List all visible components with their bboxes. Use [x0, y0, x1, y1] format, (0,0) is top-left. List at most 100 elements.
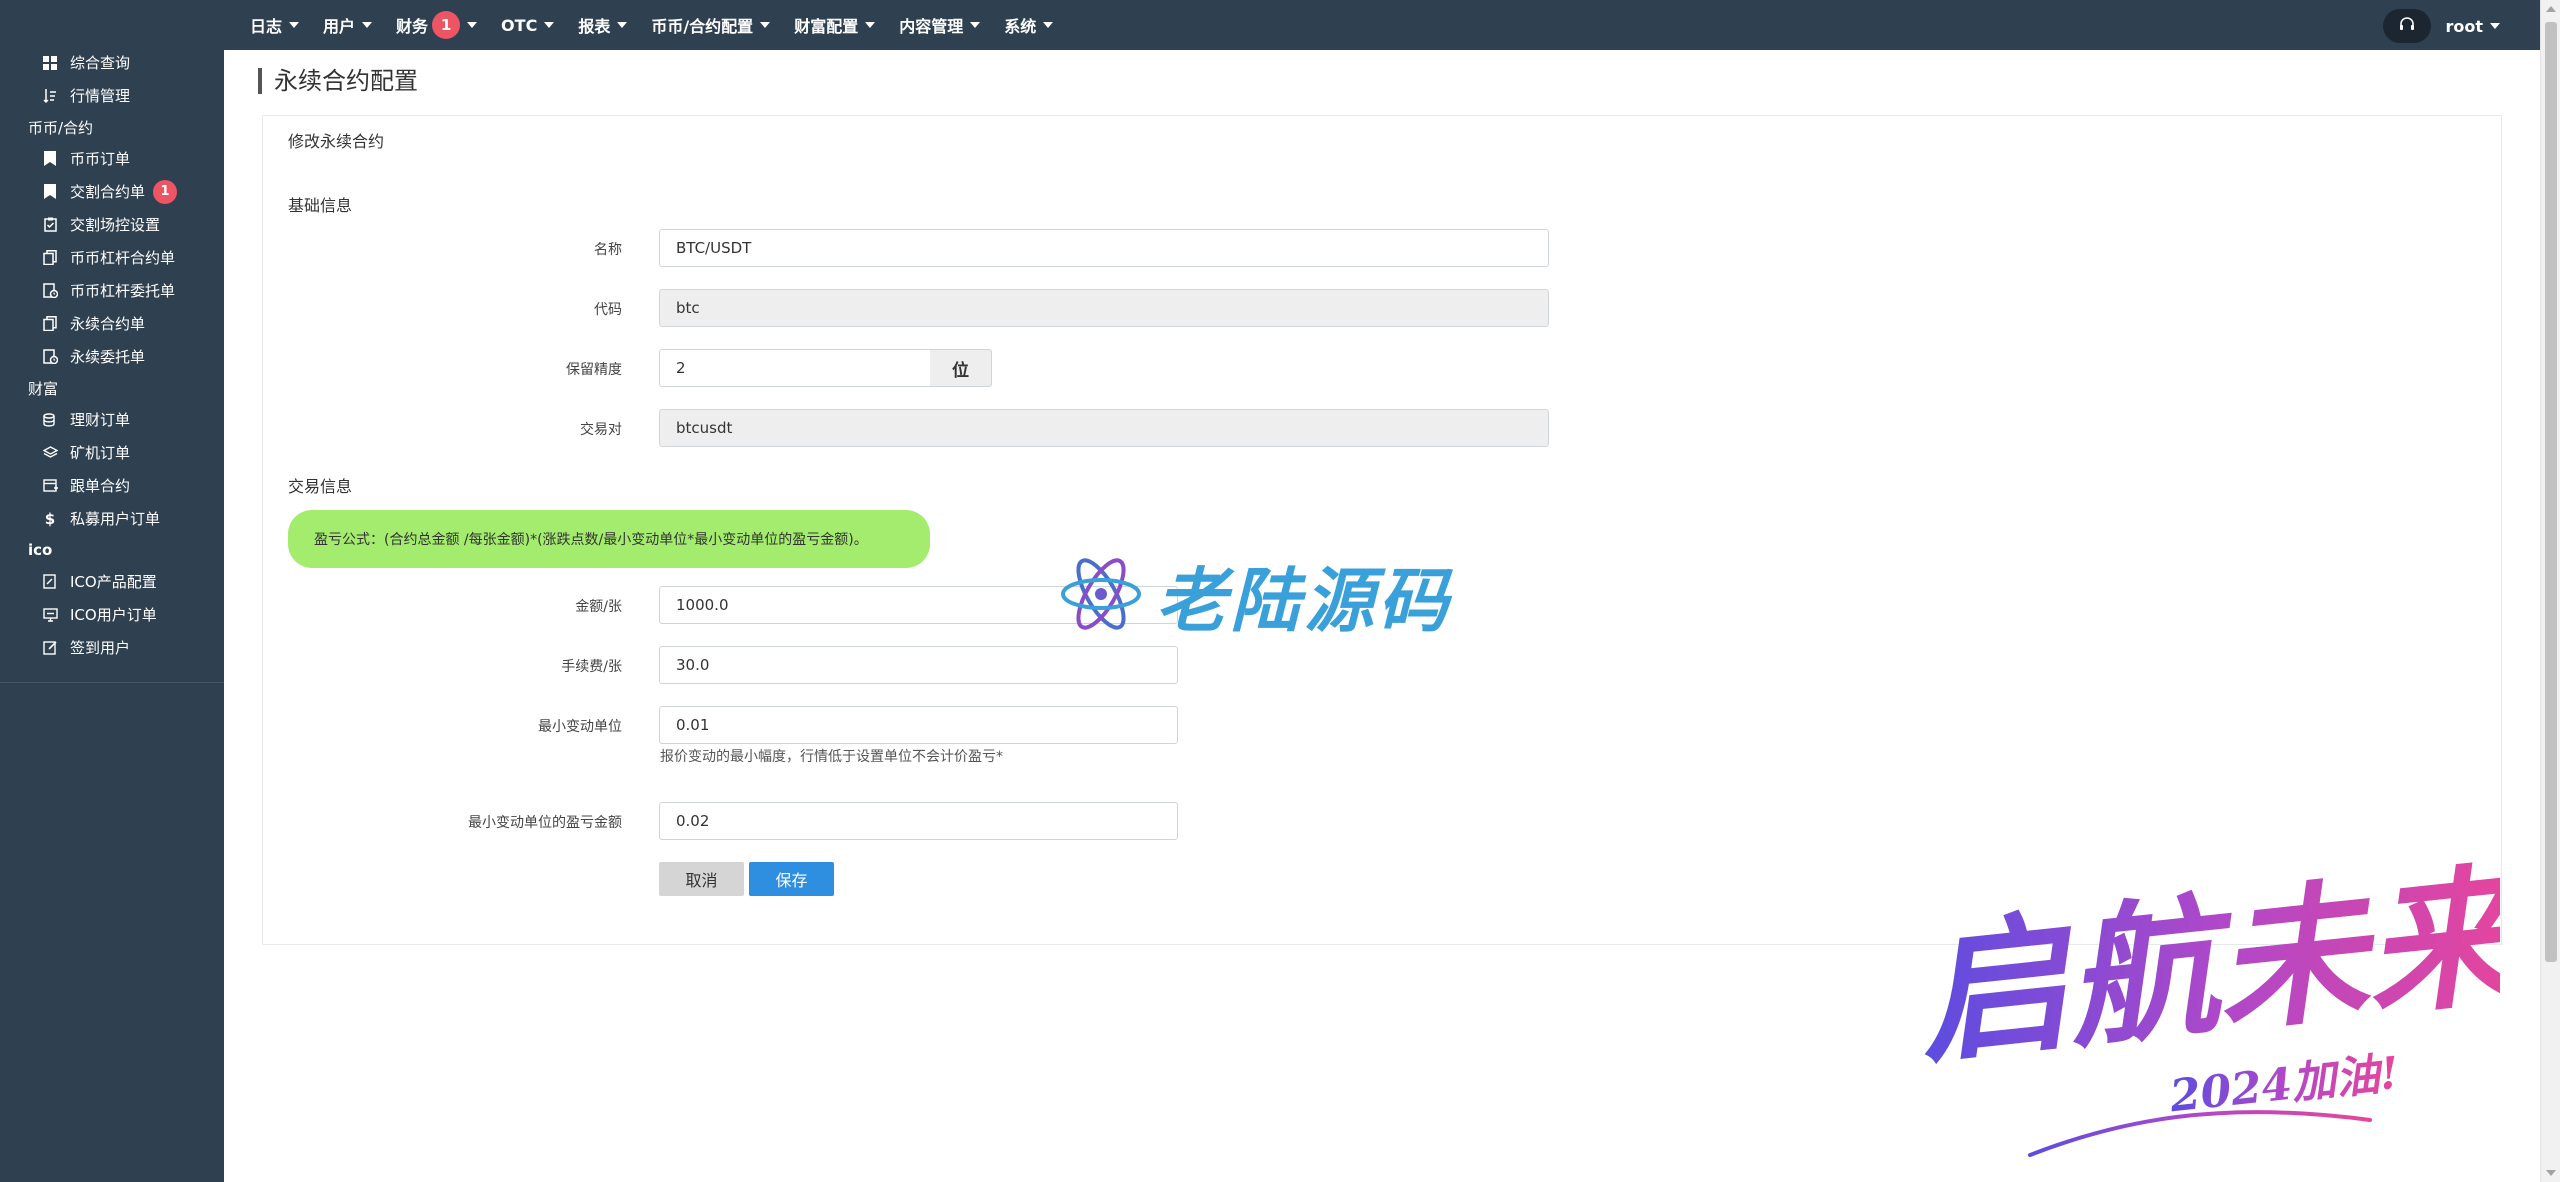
sidebar-item-label: 签到用户	[70, 639, 131, 657]
copy-icon	[42, 250, 58, 266]
qihang-calligraphy-graphic: 启航未来 2024加油!	[1909, 846, 2540, 1157]
scroll-thumb[interactable]	[2545, 22, 2557, 962]
support-button[interactable]	[2383, 9, 2432, 43]
save-button[interactable]: 保存	[749, 862, 834, 896]
dashboard-icon	[42, 55, 58, 71]
dollar-icon: $	[44, 509, 56, 528]
nav-item-label: OTC	[501, 15, 538, 35]
watermark-laolu-text: 老陆源码	[1156, 560, 1452, 642]
min-tick-pnl-label: 最小变动单位的盈亏金额	[468, 815, 622, 831]
name-label: 名称	[594, 242, 622, 258]
watermark-qihang: 启航未来 2024加油!	[1900, 830, 2540, 1170]
sidebar-item-finance-orders[interactable]: 理财订单	[0, 403, 224, 436]
sidebar-item-leverage-entrust[interactable]: 币币杠杆委托单	[0, 274, 224, 307]
sort-icon	[42, 88, 58, 104]
sidebar-item-market[interactable]: 行情管理	[0, 79, 224, 112]
edit-icon	[42, 640, 58, 656]
nav-item-users[interactable]: 用户	[323, 13, 373, 37]
sidebar-item-ico-config[interactable]: ICO产品配置	[0, 565, 224, 598]
nav-item-label: 日志	[250, 17, 283, 36]
nav-item-label: 用户	[323, 17, 356, 36]
sidebar-group-coin: 币币订单 交割合约单 1 交割场控设置 币币杠杆合约单 币币杠杆委托单 永续合约…	[0, 142, 224, 373]
sidebar-item-label: 永续委托单	[70, 348, 146, 366]
sidebar-item-miner-orders[interactable]: 矿机订单	[0, 436, 224, 469]
caret-down-icon	[760, 22, 771, 28]
sidebar-item-label: ICO产品配置	[70, 573, 157, 591]
sidebar-item-leverage-orders[interactable]: 币币杠杆合约单	[0, 241, 224, 274]
sidebar-item-label: 币币杠杆合约单	[70, 249, 176, 267]
sidebar-item-private-orders[interactable]: $ 私募用户订单	[0, 502, 224, 535]
sidebar-item-label: 跟单合约	[70, 477, 131, 495]
nav-item-label: 系统	[1004, 17, 1037, 36]
sidebar-item-overview[interactable]: 综合查询	[0, 46, 224, 79]
nav-item-finance[interactable]: 财务 1	[396, 11, 478, 39]
pnl-formula-note: 盈亏公式：(合约总金额 /每张金额)*(涨跌点数/最小变动单位*最小变动单位的盈…	[288, 510, 930, 568]
cancel-button[interactable]: 取消	[659, 862, 744, 896]
atom-logo-icon	[1058, 548, 1144, 644]
scroll-down-icon[interactable]	[2546, 1170, 2556, 1176]
nav-item-logs[interactable]: 日志	[250, 13, 300, 37]
pair-input: btcusdt	[659, 409, 1549, 447]
clipboard-icon	[42, 217, 58, 233]
min-tick-input[interactable]: 0.01	[659, 706, 1178, 744]
doc-clock-icon	[42, 283, 58, 299]
name-input[interactable]: BTC/USDT	[659, 229, 1549, 267]
nav-item-coin-contract-config[interactable]: 币币/合约配置	[651, 13, 771, 37]
nav-item-content[interactable]: 内容管理	[899, 13, 981, 37]
sidebar-item-coin-orders[interactable]: 币币订单	[0, 142, 224, 175]
code-label: 代码	[594, 302, 622, 318]
sidebar-item-perpetual-entrust[interactable]: 永续委托单	[0, 340, 224, 373]
nav-item-reports[interactable]: 报表	[578, 13, 628, 37]
user-menu[interactable]: root	[2445, 17, 2500, 36]
watermark-laolu: 老陆源码	[1058, 545, 1452, 646]
precision-unit-addon: 位	[930, 349, 992, 387]
caret-down-icon	[970, 22, 981, 28]
sidebar-section-wealth: 财富	[28, 379, 59, 398]
database-icon	[42, 412, 58, 428]
sidebar-item-delivery-orders[interactable]: 交割合约单 1	[0, 175, 224, 208]
caret-down-icon	[544, 22, 555, 28]
nav-item-wealth-config[interactable]: 财富配置	[794, 13, 876, 37]
sidebar-item-label: 交割合约单	[70, 183, 146, 201]
precision-input[interactable]: 2	[659, 349, 931, 387]
min-tick-label: 最小变动单位	[538, 719, 622, 735]
sidebar-item-label: 行情管理	[70, 87, 131, 105]
page-scrollbar[interactable]	[2540, 0, 2560, 1182]
caret-down-icon	[362, 22, 373, 28]
fee-input[interactable]: 30.0	[659, 646, 1178, 684]
nav-item-label: 内容管理	[899, 17, 964, 36]
sidebar-item-label: 永续合约单	[70, 315, 146, 333]
copy-icon	[42, 316, 58, 332]
precision-label: 保留精度	[566, 362, 622, 378]
caret-down-icon	[2490, 23, 2500, 29]
section-trade-info: 交易信息	[288, 477, 353, 496]
sidebar-item-copy-trade[interactable]: 跟单合约	[0, 469, 224, 502]
sidebar-item-label: 交割场控设置	[70, 216, 161, 234]
nav-item-label: 财务	[396, 17, 429, 36]
caret-down-icon	[467, 22, 478, 28]
sidebar-item-delivery-control[interactable]: 交割场控设置	[0, 208, 224, 241]
sidebar-section-coin: 币币/合约	[28, 118, 94, 137]
notification-badge: 1	[432, 11, 461, 39]
sidebar-section-ico: ico	[28, 541, 53, 559]
scroll-up-icon[interactable]	[2546, 6, 2556, 12]
calendar-plus-icon	[42, 478, 58, 494]
caret-down-icon	[289, 22, 300, 28]
nav-item-otc[interactable]: OTC	[501, 15, 555, 35]
sidebar-item-signin-users[interactable]: 签到用户	[0, 631, 224, 664]
top-navbar: 日志 用户 财务 1 OTC 报表 币币/合约配置 财富配置 内容管理 系统 ro…	[224, 0, 2540, 50]
sidebar-group-main: 综合查询 行情管理	[0, 46, 224, 112]
sidebar-item-label: 矿机订单	[70, 444, 131, 462]
nav-item-system[interactable]: 系统	[1004, 13, 1054, 37]
sidebar-item-ico-user-orders[interactable]: ICO用户订单	[0, 598, 224, 631]
headset-icon	[2398, 16, 2416, 36]
sidebar-item-perpetual-orders[interactable]: 永续合约单	[0, 307, 224, 340]
monitor-icon	[42, 607, 58, 623]
code-input: btc	[659, 289, 1549, 327]
username: root	[2445, 16, 2483, 36]
min-tick-help: 报价变动的最小幅度，行情低于设置单位不会计价盈亏*	[660, 749, 1003, 765]
caret-down-icon	[1043, 22, 1054, 28]
bookmark-icon	[42, 184, 58, 200]
min-tick-pnl-input[interactable]: 0.02	[659, 802, 1178, 840]
nav-item-label: 财富配置	[794, 17, 859, 36]
